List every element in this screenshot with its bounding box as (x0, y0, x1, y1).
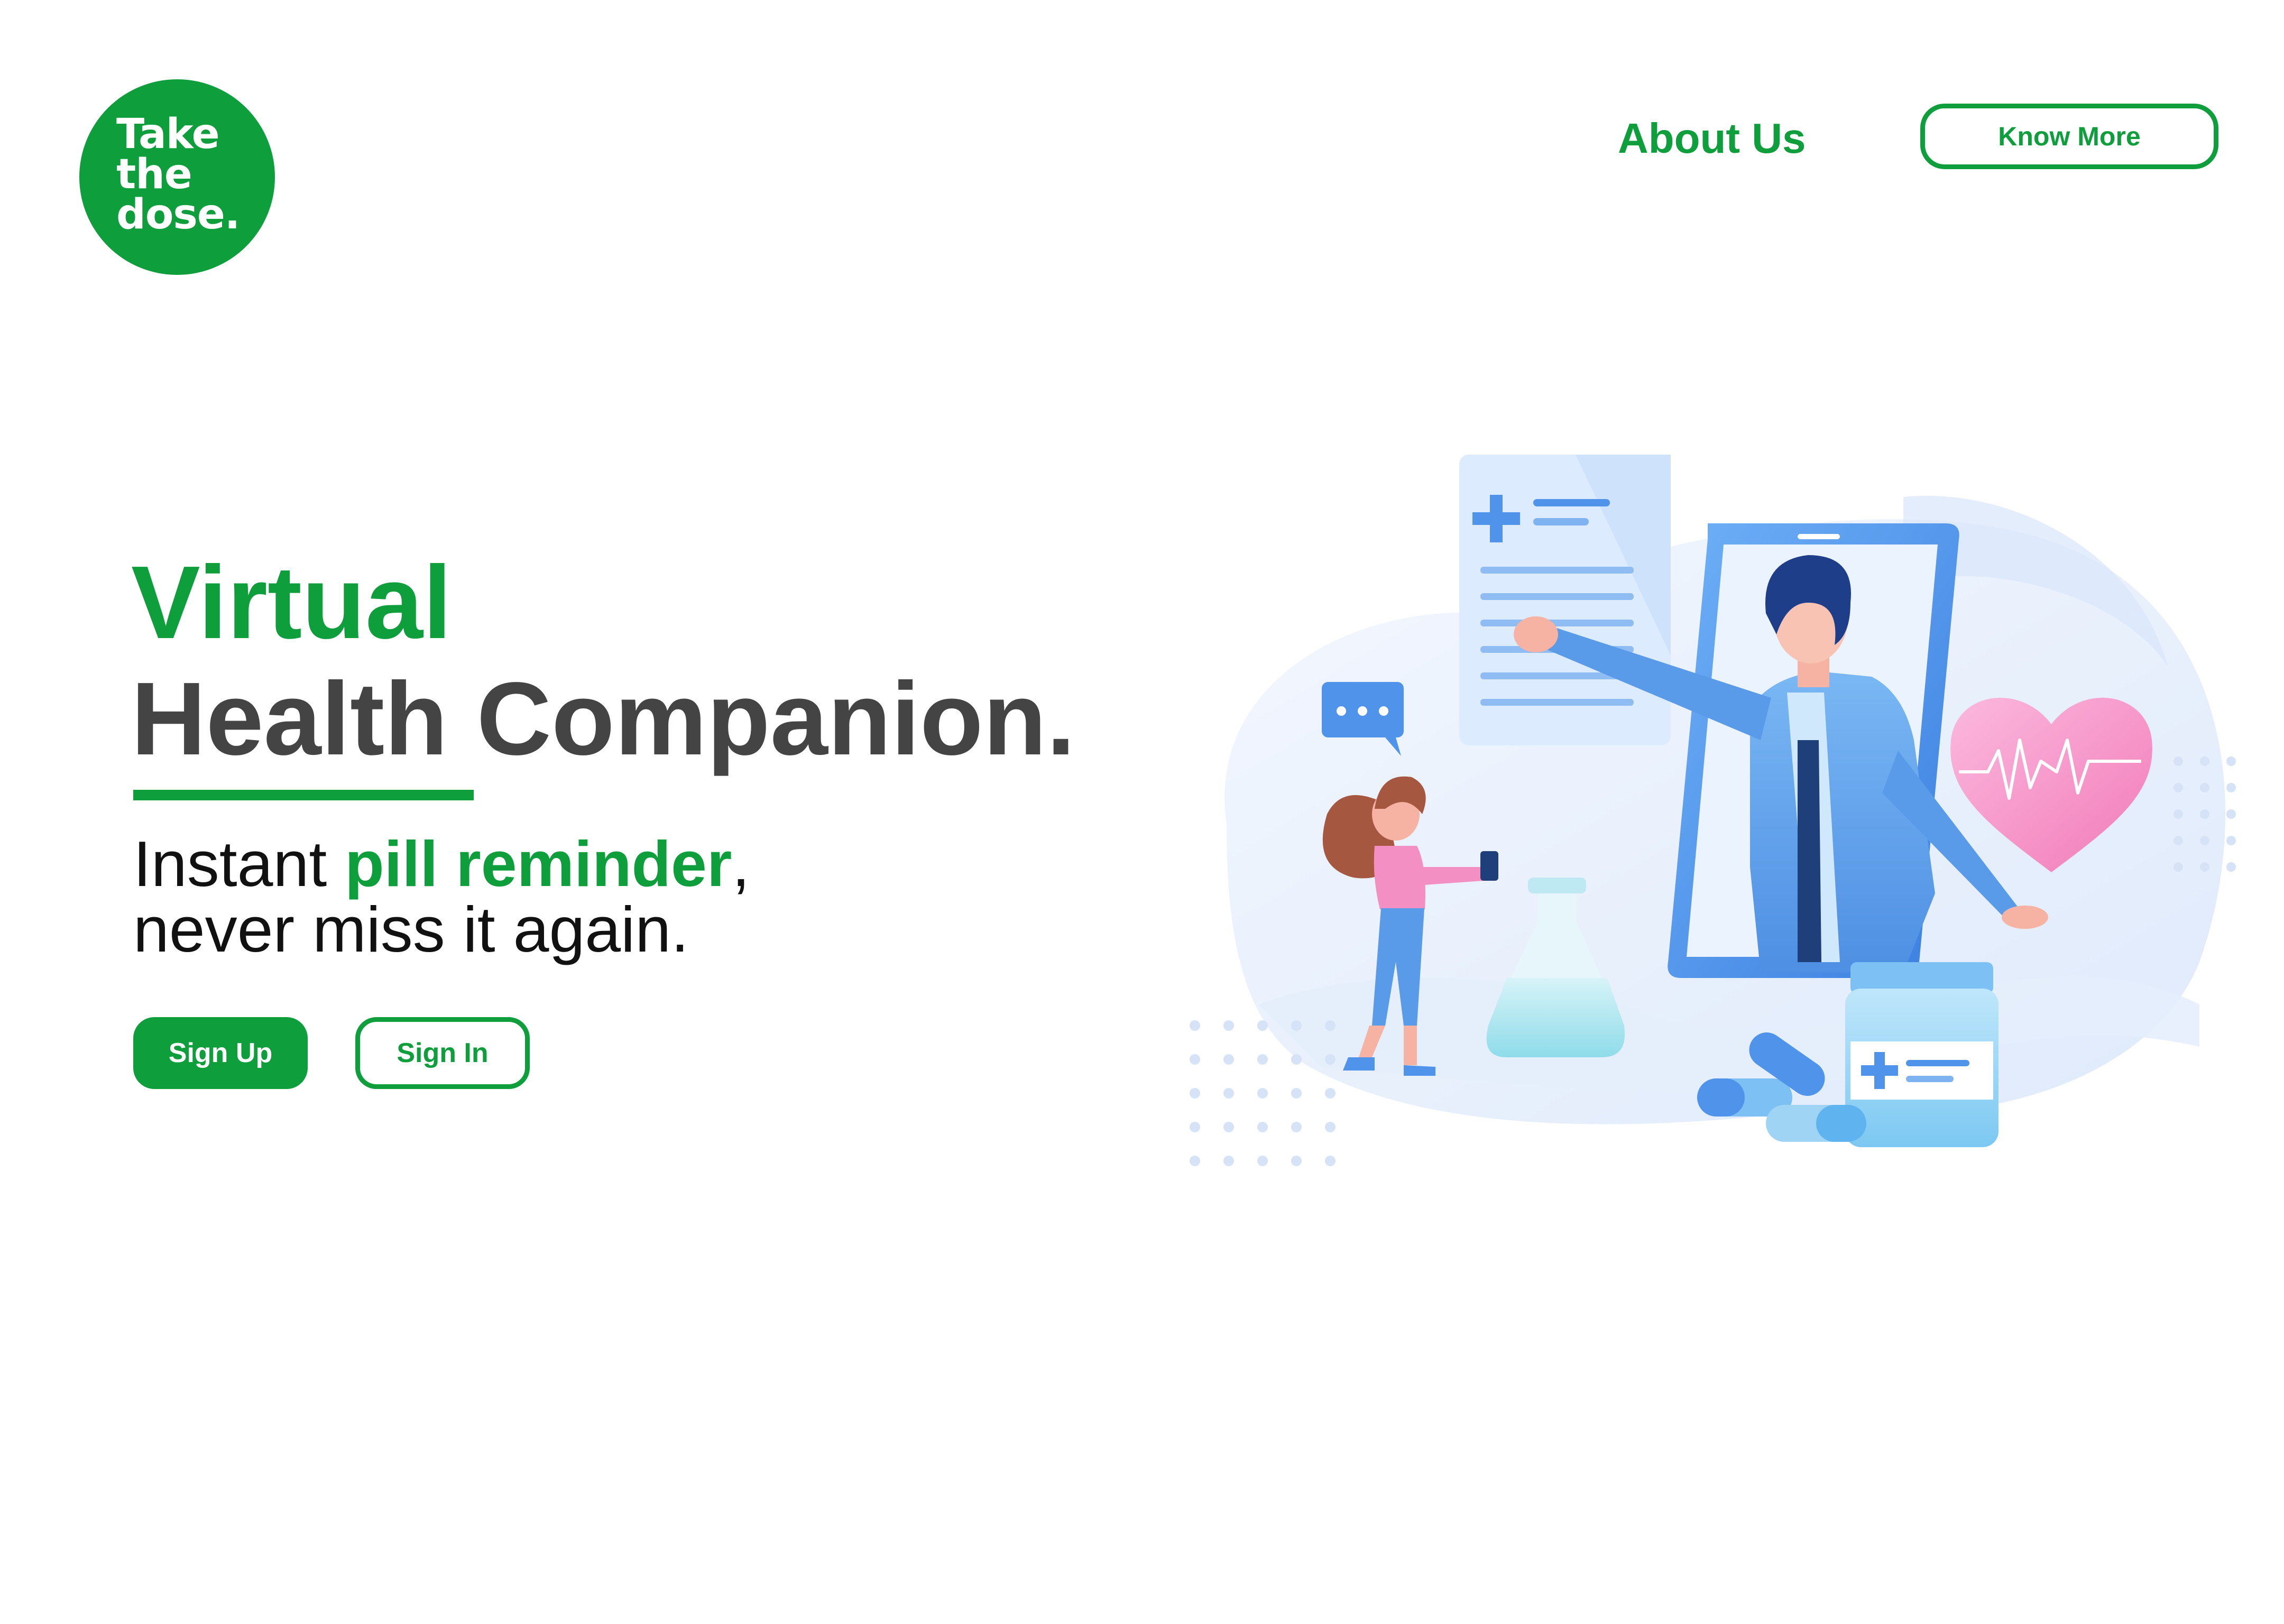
headline-underline (133, 790, 474, 800)
logo-line-3: dose. (116, 191, 240, 238)
logo-line-1: Take (116, 110, 219, 158)
about-us-link[interactable]: About Us (1618, 112, 1806, 165)
tagline-line-1: Instant pill reminder, (133, 831, 750, 897)
logo-text: Take the dose. (116, 114, 240, 235)
know-more-button[interactable]: Know More (1920, 104, 2218, 169)
sign-up-button[interactable]: Sign Up (133, 1017, 308, 1089)
tagline-suffix: , (732, 828, 750, 900)
headline-line-1: Virtual (131, 545, 452, 660)
headline-line-2: Health Companion. (131, 661, 1075, 777)
logo-line-2: the (116, 151, 192, 198)
tagline-highlight: pill reminder (345, 828, 732, 900)
sign-in-button[interactable]: Sign In (355, 1017, 530, 1089)
medicine-bottle-icon (1845, 962, 1998, 1147)
tagline-prefix: Instant (133, 828, 345, 900)
medical-report-icon (1459, 455, 1671, 745)
tagline: Instant pill reminder, never miss it aga… (133, 831, 750, 962)
tagline-line-2: never miss it again. (133, 893, 689, 965)
hero-illustration (1190, 455, 2236, 1166)
logo[interactable]: Take the dose. (79, 79, 275, 275)
